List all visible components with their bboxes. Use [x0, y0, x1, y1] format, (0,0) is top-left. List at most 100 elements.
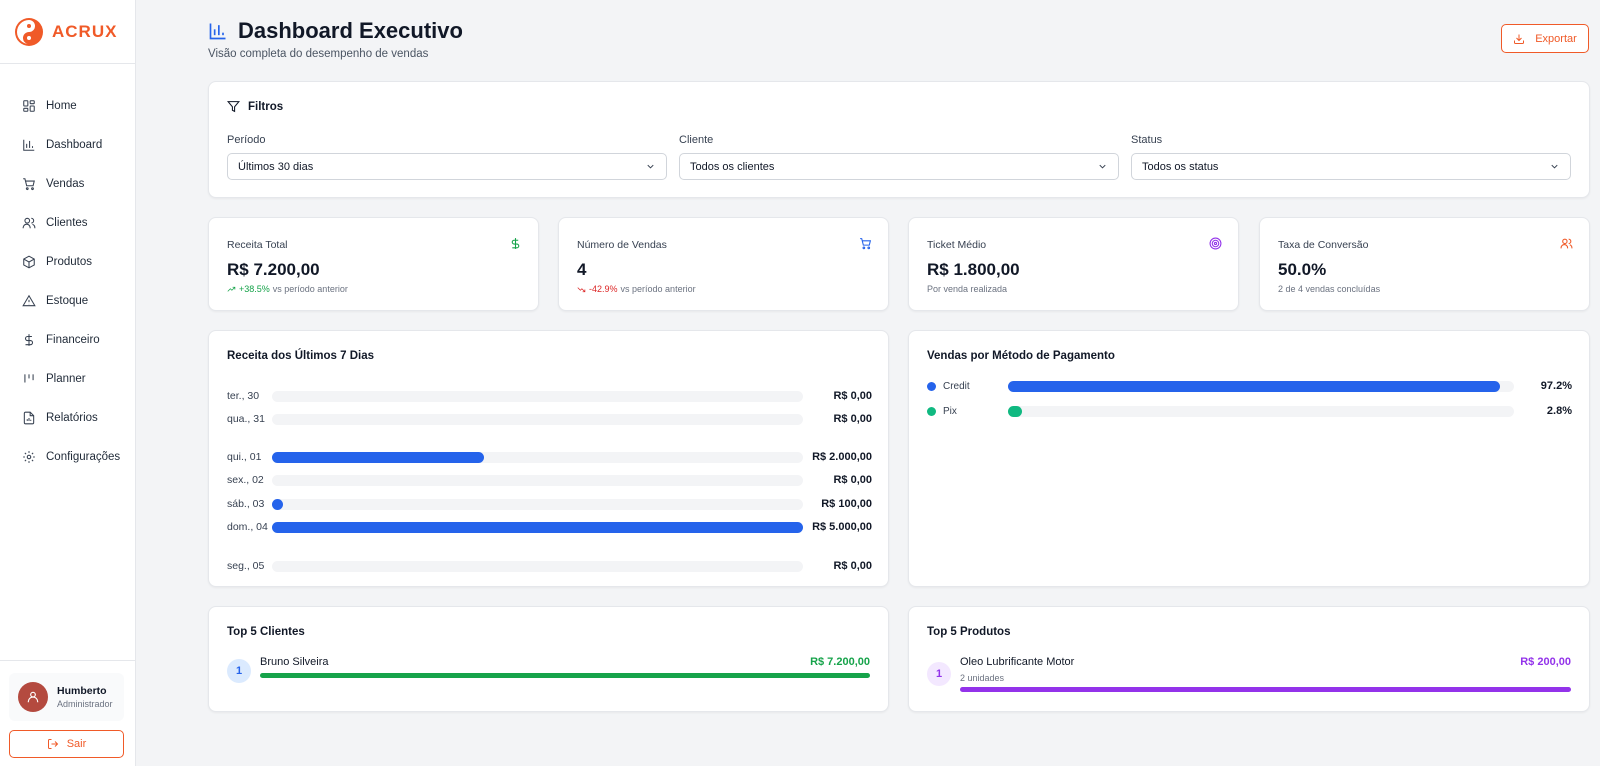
- sidebar-item-estoque[interactable]: Estoque: [0, 281, 135, 320]
- filter-status: Status Todos os status: [1131, 134, 1571, 180]
- kpi-label: Taxa de Conversão: [1278, 239, 1369, 251]
- card-title: Top 5 Clientes: [227, 626, 305, 638]
- sidebar-item-label: Relatórios: [46, 411, 98, 424]
- card-title: Vendas por Método de Pagamento: [927, 350, 1115, 362]
- payment-percentage: 97.2%: [1540, 380, 1572, 392]
- payment-row: Pix 2.8%: [927, 403, 1572, 419]
- sidebar-item-clientes[interactable]: Clientes: [0, 203, 135, 242]
- page-title: Dashboard Executivo: [238, 18, 463, 43]
- payment-bar-track: [1008, 405, 1514, 417]
- kpi-label: Número de Vendas: [577, 239, 667, 251]
- revenue-row: qua., 31 R$ 0,00: [227, 406, 872, 432]
- revenue-bar-track: [272, 498, 803, 510]
- status-select[interactable]: Todos os status: [1131, 153, 1571, 180]
- user-profile[interactable]: Humberto Administrador: [9, 673, 124, 721]
- cliente-select[interactable]: Todos os clientes: [679, 153, 1119, 180]
- sidebar-nav: Home Dashboard Vendas Clientes Produtos …: [0, 64, 135, 476]
- sidebar-item-label: Dashboard: [46, 138, 103, 151]
- report-icon: [23, 411, 35, 424]
- select-value: Últimos 30 dias: [238, 160, 314, 173]
- payment-method-card: Vendas por Método de Pagamento Credit 97.…: [908, 330, 1590, 587]
- page-header: Dashboard Executivo Visão completa do de…: [208, 18, 463, 60]
- revenue-bar-track: [272, 474, 803, 486]
- warning-icon: [22, 294, 36, 306]
- revenue-amount: R$ 0,00: [833, 560, 872, 572]
- kpi-label: Ticket Médio: [927, 239, 987, 251]
- brand-name: ACRUX: [52, 21, 118, 41]
- kpi-value: 50.0%: [1278, 260, 1327, 279]
- payment-percentage: 2.8%: [1546, 405, 1572, 417]
- payment-bar-track: [1008, 380, 1514, 392]
- kpi-value: 4: [577, 260, 587, 279]
- revenue-day-label: qui., 01: [227, 450, 262, 463]
- rank-badge: 1: [227, 659, 251, 683]
- grid-icon: [23, 99, 35, 112]
- sidebar: ACRUX Home Dashboard Vendas Clientes Pro…: [0, 0, 136, 766]
- card-title: Receita dos Últimos 7 Dias: [227, 350, 374, 362]
- kpi-value: R$ 7.200,00: [227, 260, 320, 279]
- logout-button[interactable]: Sair: [9, 730, 124, 758]
- revenue-bar-track: [272, 560, 803, 572]
- client-name: Bruno Silveira: [260, 656, 329, 668]
- filter-cliente: Cliente Todos os clientes: [679, 134, 1119, 180]
- kpi-change: -42.9%: [589, 284, 618, 294]
- target-icon: [1209, 237, 1222, 250]
- payment-method-name: Credit: [943, 380, 970, 392]
- revenue-bar-track: [272, 451, 803, 463]
- revenue-day-label: dom., 04: [227, 520, 268, 533]
- filter-periodo: Período Últimos 30 dias: [227, 134, 667, 180]
- trending-down-icon: [577, 286, 586, 292]
- sidebar-item-financeiro[interactable]: Financeiro: [0, 320, 135, 359]
- product-value: R$ 200,00: [1520, 656, 1571, 668]
- kpi-taxa-conversao: Taxa de Conversão 50.0% 2 de 4 vendas co…: [1259, 217, 1590, 311]
- revenue-amount: R$ 2.000,00: [812, 451, 872, 463]
- periodo-select[interactable]: Últimos 30 dias: [227, 153, 667, 180]
- page-subtitle: Visão completa do desempenho de vendas: [208, 48, 429, 60]
- revenue-day-label: seg., 05: [227, 559, 265, 572]
- sidebar-item-label: Configurações: [46, 450, 121, 463]
- sidebar-item-dashboard[interactable]: Dashboard: [0, 125, 135, 164]
- kpi-numero-vendas: Número de Vendas 4 -42.9% vs período ant…: [558, 217, 889, 311]
- revenue-bar: [272, 521, 803, 533]
- filter-label: Status: [1131, 134, 1163, 146]
- sidebar-item-configuracoes[interactable]: Configurações: [0, 437, 135, 476]
- sidebar-item-label: Planner: [46, 372, 86, 385]
- sidebar-item-vendas[interactable]: Vendas: [0, 164, 135, 203]
- revenue-day-label: sex., 02: [227, 473, 264, 486]
- users-icon: [22, 217, 36, 228]
- bar-chart-icon: [23, 139, 35, 151]
- revenue-amount: R$ 0,00: [833, 413, 872, 425]
- kpi-note: vs período anterior: [272, 284, 348, 294]
- kpi-value: R$ 1.800,00: [927, 260, 1020, 279]
- user-name: Humberto: [57, 685, 107, 697]
- sidebar-item-home[interactable]: Home: [0, 86, 135, 125]
- logo[interactable]: ACRUX: [0, 0, 135, 64]
- export-button[interactable]: Exportar: [1501, 24, 1589, 53]
- sidebar-item-label: Home: [46, 99, 77, 112]
- sidebar-item-relatorios[interactable]: Relatórios: [0, 398, 135, 437]
- chevron-down-icon: [1099, 164, 1106, 169]
- revenue-day-label: qua., 31: [227, 412, 265, 425]
- revenue-amount: R$ 100,00: [821, 498, 872, 510]
- revenue-day-label: ter., 30: [227, 389, 260, 402]
- export-label: Exportar: [1535, 32, 1577, 45]
- sidebar-item-label: Produtos: [46, 255, 93, 268]
- sidebar-item-planner[interactable]: Planner: [0, 359, 135, 398]
- revenue-last-7-days-card: Receita dos Últimos 7 Dias ter., 30 R$ 0,…: [208, 330, 889, 587]
- top-products-card: Top 5 Produtos 1 Oleo Lubrificante Motor…: [908, 606, 1590, 712]
- select-value: Todos os clientes: [690, 160, 775, 173]
- sidebar-item-produtos[interactable]: Produtos: [0, 242, 135, 281]
- card-title: Top 5 Produtos: [927, 626, 1011, 638]
- chevron-down-icon: [647, 164, 654, 169]
- sidebar-divider: [0, 660, 136, 661]
- kpi-ticket-medio: Ticket Médio R$ 1.800,00 Por venda reali…: [908, 217, 1239, 311]
- filters-panel: Filtros Período Últimos 30 dias Cliente …: [208, 81, 1590, 198]
- product-units: 2 unidades: [960, 673, 1005, 683]
- kpi-note: 2 de 4 vendas concluídas: [1278, 284, 1381, 294]
- kanban-icon: [24, 373, 34, 382]
- sidebar-item-label: Financeiro: [46, 333, 100, 346]
- rank-badge: 1: [927, 662, 951, 686]
- sidebar-item-label: Estoque: [46, 294, 89, 307]
- revenue-row: seg., 05 R$ 0,00: [227, 553, 872, 579]
- revenue-bar: [272, 498, 283, 510]
